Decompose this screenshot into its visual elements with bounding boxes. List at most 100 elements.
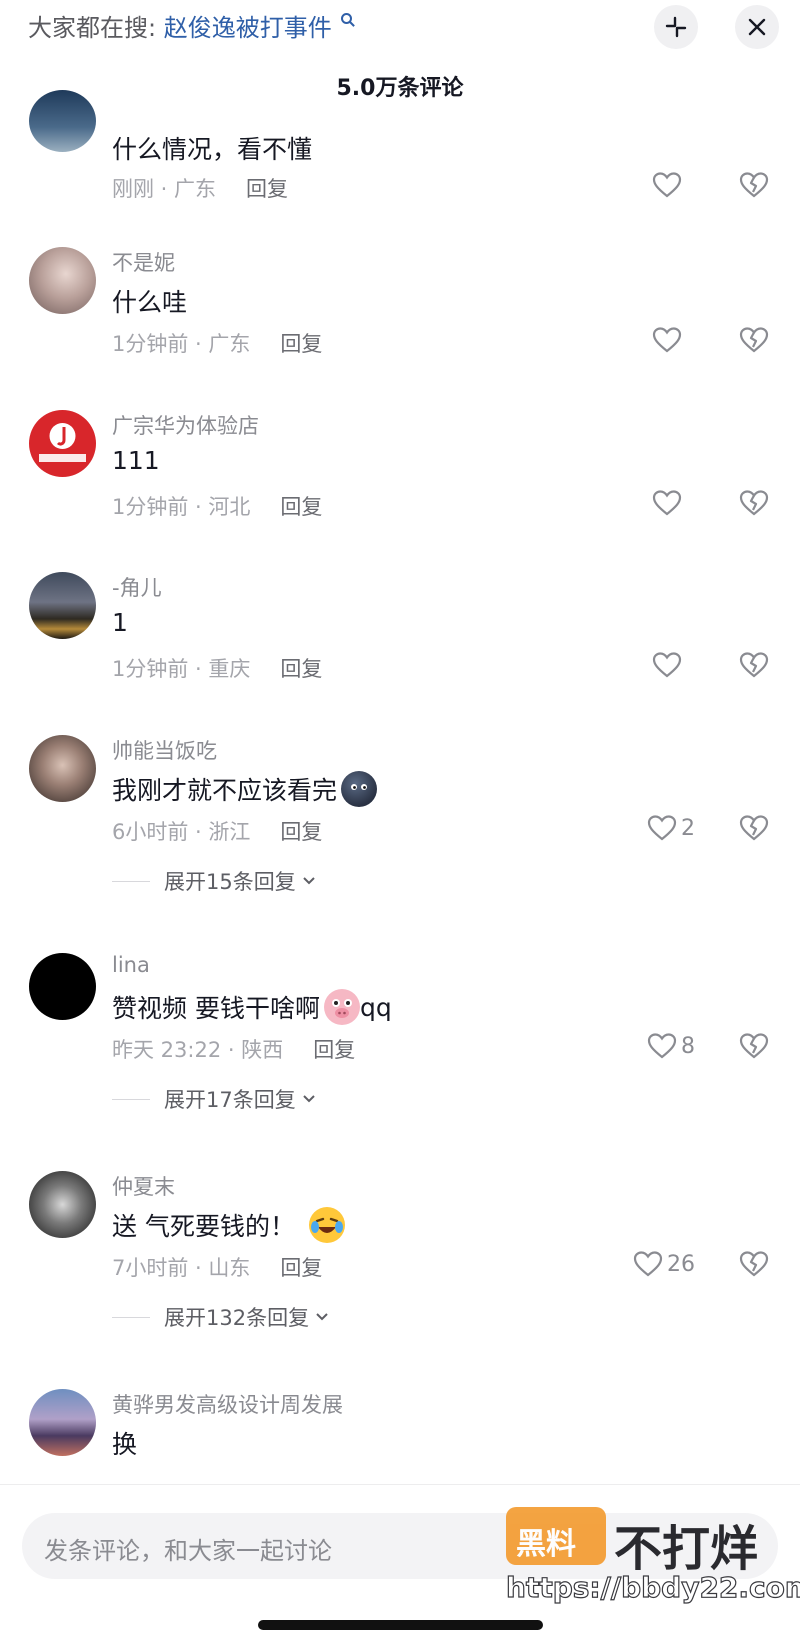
broken-heart-icon <box>739 815 769 841</box>
expand-replies-button[interactable]: 展开132条回复 <box>112 1302 329 1332</box>
divider <box>112 1316 150 1318</box>
comment-item: lina 赞视频 要钱干啥啊 qq 昨天 23:22 · 陕西 回复 8 展开17… <box>0 951 800 1131</box>
reply-button[interactable]: 回复 <box>313 1038 355 1062</box>
chevron-down-icon <box>303 1095 315 1103</box>
comment-text: 什么情况，看不懂 <box>112 135 313 164</box>
comment-meta: 1分钟前 · 重庆 回复 <box>112 653 322 683</box>
comment-item: 广宗华为体验店 111 1分钟前 · 河北 回复 <box>0 408 800 538</box>
heart-icon <box>652 652 682 678</box>
close-button[interactable] <box>735 5 779 49</box>
watermark-text: 不打烊 <box>614 1521 759 1577</box>
like-button[interactable]: 26 <box>633 1250 695 1278</box>
comment-username[interactable]: lina <box>112 953 150 977</box>
like-button[interactable] <box>652 171 682 199</box>
comment-item: 不是妮 什么哇 1分钟前 · 广东 回复 <box>0 245 800 375</box>
comment-time-location: 昨天 23:22 · 陕西 <box>112 1038 284 1062</box>
collapse-button[interactable] <box>654 5 698 49</box>
comment-item: 帅能当饭吃 我刚才就不应该看完 6小时前 · 浙江 回复 2 展开15条回复 <box>0 733 800 913</box>
comment-item: 什么情况，看不懂 刚刚 · 广东 回复 <box>0 90 800 220</box>
like-button[interactable] <box>652 489 682 517</box>
close-icon <box>748 18 766 36</box>
dislike-button[interactable] <box>739 326 769 358</box>
like-count: 26 <box>667 1251 695 1277</box>
reply-button[interactable]: 回复 <box>280 332 322 356</box>
avatar[interactable] <box>29 1389 96 1456</box>
comment-time-location: 7小时前 · 山东 <box>112 1256 251 1280</box>
broken-heart-icon <box>739 1033 769 1059</box>
top-bar: 大家都在搜: 赵俊逸被打事件 <box>0 0 800 58</box>
dislike-button[interactable] <box>739 814 769 846</box>
comment-meta: 7小时前 · 山东 回复 <box>112 1252 322 1282</box>
search-suggestion-prefix: 大家都在搜: <box>28 14 157 42</box>
dislike-button[interactable] <box>739 1032 769 1064</box>
comment-text: 送 气死要钱的！ <box>112 1212 295 1241</box>
heart-icon <box>652 327 682 353</box>
comment-count: 5.0万条评论 <box>336 76 464 101</box>
broken-heart-icon <box>739 1251 769 1277</box>
watermark-logo: 黑料 <box>506 1507 606 1565</box>
like-button[interactable] <box>652 326 682 354</box>
like-button[interactable]: 8 <box>647 1032 695 1060</box>
comment-meta: 1分钟前 · 河北 回复 <box>112 491 322 521</box>
reply-button[interactable]: 回复 <box>280 657 322 681</box>
comment-text-row: 我刚才就不应该看完 <box>112 771 378 807</box>
dislike-button[interactable] <box>739 651 769 683</box>
heart-icon <box>652 490 682 516</box>
comment-time-location: 1分钟前 · 重庆 <box>112 657 251 681</box>
comment-time-location: 6小时前 · 浙江 <box>112 820 251 844</box>
divider <box>112 880 150 882</box>
expand-replies-button[interactable]: 展开15条回复 <box>112 866 316 896</box>
comment-input-placeholder: 发条评论，和大家一起讨论 <box>44 1537 332 1565</box>
watermark-logo-text: 黑料 <box>516 1527 576 1562</box>
dislike-button[interactable] <box>739 489 769 521</box>
chevron-down-icon <box>303 877 315 885</box>
comment-time-location: 1分钟前 · 广东 <box>112 332 251 356</box>
comment-meta: 6小时前 · 浙江 回复 <box>112 816 322 846</box>
expand-replies-button[interactable]: 展开17条回复 <box>112 1084 316 1114</box>
like-count: 2 <box>681 815 695 841</box>
avatar[interactable] <box>29 410 96 477</box>
comment-item: 黄骅男发高级设计周发展 换 <box>0 1387 800 1484</box>
comment-username[interactable]: -角儿 <box>112 572 162 602</box>
broken-heart-icon <box>739 490 769 516</box>
comment-text: 1 <box>112 608 128 637</box>
comment-username[interactable]: 黄骅男发高级设计周发展 <box>112 1389 343 1419</box>
search-suggestion[interactable]: 大家都在搜: 赵俊逸被打事件 <box>28 12 353 44</box>
expand-replies-label: 展开17条回复 <box>164 1088 296 1112</box>
comment-username[interactable]: 不是妮 <box>112 247 175 277</box>
reply-button[interactable]: 回复 <box>280 1256 322 1280</box>
avatar[interactable] <box>29 735 96 802</box>
reply-button[interactable]: 回复 <box>246 177 288 201</box>
avatar[interactable] <box>29 247 96 314</box>
dislike-button[interactable] <box>739 1250 769 1282</box>
comment-meta: 1分钟前 · 广东 回复 <box>112 328 322 358</box>
heart-icon <box>647 1033 677 1059</box>
reply-button[interactable]: 回复 <box>280 495 322 519</box>
like-count: 8 <box>681 1033 695 1059</box>
comment-text: 换 <box>112 1430 138 1459</box>
expand-replies-label: 展开15条回复 <box>164 870 296 894</box>
broken-heart-icon <box>739 327 769 353</box>
comment-meta: 刚刚 · 广东 回复 <box>112 173 288 203</box>
avatar[interactable] <box>29 953 96 1020</box>
reply-button[interactable]: 回复 <box>280 820 322 844</box>
dislike-button[interactable] <box>739 171 769 203</box>
comment-username[interactable]: 仲夏末 <box>112 1171 175 1201</box>
like-button[interactable]: 2 <box>647 814 695 842</box>
like-button[interactable] <box>652 651 682 679</box>
store-logo-icon <box>39 423 86 462</box>
avatar[interactable] <box>29 1171 96 1238</box>
search-suggestion-keyword[interactable]: 赵俊逸被打事件 <box>164 14 332 42</box>
home-indicator[interactable] <box>258 1620 543 1630</box>
comment-username[interactable]: 帅能当饭吃 <box>112 735 217 765</box>
heart-icon <box>647 815 677 841</box>
comment-text-row: 送 气死要钱的！ <box>112 1207 345 1243</box>
divider <box>112 1098 150 1100</box>
broken-heart-icon <box>739 172 769 198</box>
comment-text: 我刚才就不应该看完 <box>112 776 338 805</box>
comment-username[interactable]: 广宗华为体验店 <box>112 410 259 440</box>
watermark-url: https://bbdy22.com <box>505 1570 800 1604</box>
pig-face-emoji <box>323 989 360 1025</box>
avatar[interactable] <box>29 572 96 639</box>
avatar[interactable] <box>29 90 96 152</box>
